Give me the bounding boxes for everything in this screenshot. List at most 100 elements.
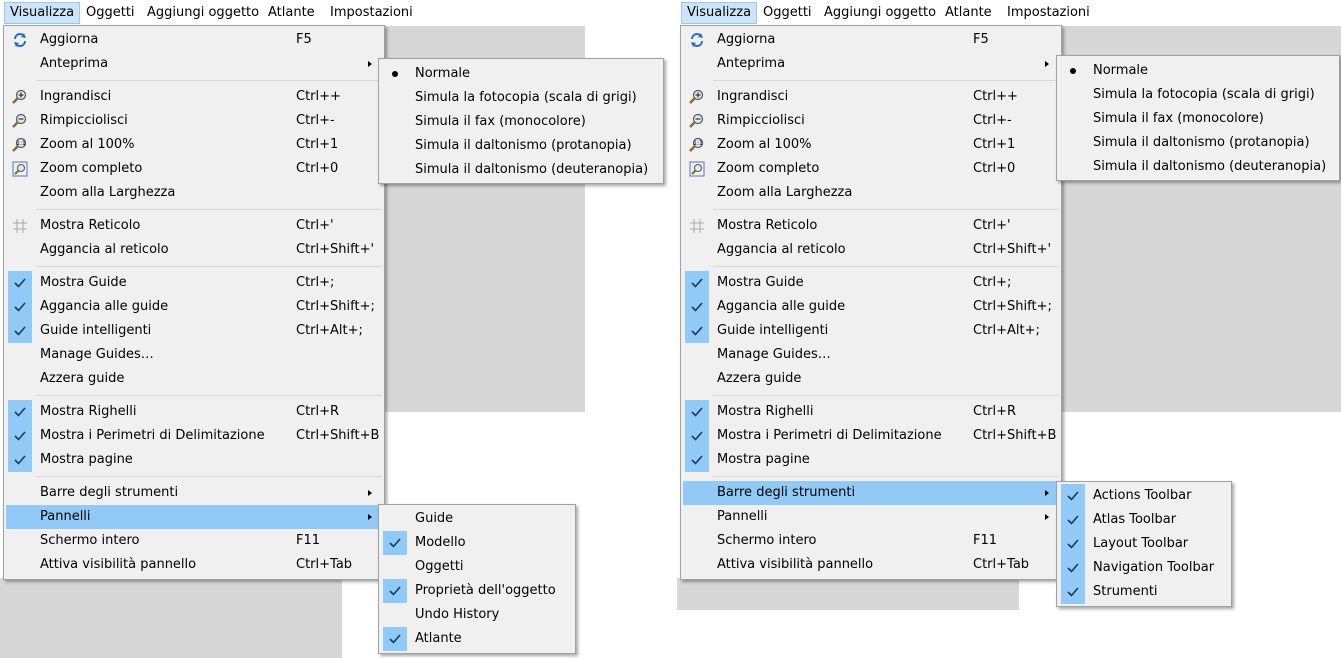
menu-item-mostra-righelli[interactable]: Mostra Righelli Ctrl+R (683, 400, 1059, 424)
menu-oggetti[interactable]: Oggetti (81, 2, 140, 24)
menu-item-manage-guides[interactable]: Manage Guides… (6, 343, 382, 367)
panel-item-modello[interactable]: Modello (381, 531, 573, 555)
menu-item-aggiorna[interactable]: Aggiorna F5 (6, 28, 382, 52)
separator (36, 476, 382, 477)
toolbar-item-actions[interactable]: Actions Toolbar (1059, 484, 1229, 508)
preview-submenu: Normale Simula la fotocopia (scala di gr… (1056, 55, 1340, 181)
menu-item-label: Simula il fax (monocolore) (415, 114, 586, 129)
menu-item-label: Aggancia al reticolo (717, 242, 846, 257)
menu-item-mostra-guide[interactable]: Mostra Guide Ctrl+; (683, 271, 1059, 295)
menu-visualizza[interactable]: Visualizza (4, 2, 81, 24)
menu-item-mostra-righelli[interactable]: Mostra Righelli Ctrl+R (6, 400, 382, 424)
menu-item-guide-intelligenti[interactable]: Guide intelligenti Ctrl+Alt+; (6, 319, 382, 343)
menu-item-manage-guides[interactable]: Manage Guides… (683, 343, 1059, 367)
menu-item-barre-strumenti[interactable]: Barre degli strumenti (6, 481, 382, 505)
menu-item-guide-intelligenti[interactable]: Guide intelligenti Ctrl+Alt+; (683, 319, 1059, 343)
toolbar-item-navigation[interactable]: Navigation Toolbar (1059, 556, 1229, 580)
toolbar-item-layout[interactable]: Layout Toolbar (1059, 532, 1229, 556)
separator (36, 266, 382, 267)
preview-item-protanopia[interactable]: Simula il daltonismo (protanopia) (1059, 131, 1337, 155)
menu-oggetti[interactable]: Oggetti (758, 2, 817, 24)
panel-item-oggetti[interactable]: Oggetti (381, 555, 573, 579)
menu-impostazioni[interactable]: Impostazioni (325, 2, 418, 24)
menu-item-rimpicciolisci[interactable]: Rimpicciolisci Ctrl+- (6, 109, 382, 133)
menu-item-zoom-completo[interactable]: Zoom completo Ctrl+0 (6, 157, 382, 181)
menu-item-label: Oggetti (415, 559, 464, 574)
preview-item-deuteranopia[interactable]: Simula il daltonismo (deuteranopia) (1059, 155, 1337, 179)
menu-item-zoom-100[interactable]: 1:1 Zoom al 100% Ctrl+1 (683, 133, 1059, 157)
preview-item-fax[interactable]: Simula il fax (monocolore) (381, 110, 661, 134)
menu-atlante[interactable]: Atlante (263, 2, 320, 24)
menu-item-mostra-guide[interactable]: Mostra Guide Ctrl+; (6, 271, 382, 295)
menu-item-attiva-visibilita[interactable]: Attiva visibilità pannello Ctrl+Tab (6, 553, 382, 577)
preview-item-fotocopia[interactable]: Simula la fotocopia (scala di grigi) (1059, 83, 1337, 107)
zoom-actual-size-icon: 1:1 (685, 133, 709, 157)
preview-item-normale[interactable]: Normale (381, 62, 661, 86)
separator (713, 395, 1059, 396)
preview-item-protanopia[interactable]: Simula il daltonismo (protanopia) (381, 134, 661, 158)
menu-item-aggiorna[interactable]: Aggiorna F5 (683, 28, 1059, 52)
submenu-arrow-icon (1045, 514, 1049, 520)
preview-item-normale[interactable]: Normale (1059, 59, 1337, 83)
menu-item-azzera-guide[interactable]: Azzera guide (6, 367, 382, 391)
preview-item-deuteranopia[interactable]: Simula il daltonismo (deuteranopia) (381, 158, 661, 182)
menu-item-aggancia-guide[interactable]: Aggancia alle guide Ctrl+Shift+; (6, 295, 382, 319)
menu-item-schermo-intero[interactable]: Schermo intero F11 (6, 529, 382, 553)
menu-visualizza[interactable]: Visualizza (681, 2, 758, 24)
grid-icon (8, 214, 32, 238)
view-menu: Aggiorna F5 Anteprima Ingrandisci Ctrl++… (680, 25, 1062, 580)
menu-item-anteprima[interactable]: Anteprima (6, 52, 382, 76)
checkmark-icon (383, 627, 407, 651)
menu-item-ingrandisci[interactable]: Ingrandisci Ctrl++ (683, 85, 1059, 109)
zoom-in-icon (685, 85, 709, 109)
menu-item-anteprima[interactable]: Anteprima (683, 52, 1059, 76)
panel-item-atlante[interactable]: Atlante (381, 627, 573, 651)
menu-item-mostra-perimetri[interactable]: Mostra i Perimetri di Delimitazione Ctrl… (683, 424, 1059, 448)
menu-item-attiva-visibilita[interactable]: Attiva visibilità pannello Ctrl+Tab (683, 553, 1059, 577)
menu-item-zoom-larghezza[interactable]: Zoom alla Larghezza (6, 181, 382, 205)
menu-item-zoom-100[interactable]: 1:1 Zoom al 100% Ctrl+1 (6, 133, 382, 157)
preview-item-fotocopia[interactable]: Simula la fotocopia (scala di grigi) (381, 86, 661, 110)
menu-item-label: Pannelli (40, 509, 91, 524)
toolbar-item-atlas[interactable]: Atlas Toolbar (1059, 508, 1229, 532)
checkmark-icon (685, 295, 709, 319)
menu-aggiungi-oggetto[interactable]: Aggiungi oggetto (819, 2, 941, 24)
left-screenshot: Visualizza Oggetti Aggiungi oggetto Atla… (0, 0, 670, 658)
menu-item-mostra-pagine[interactable]: Mostra pagine (6, 448, 382, 472)
menu-item-schermo-intero[interactable]: Schermo intero F11 (683, 529, 1059, 553)
menu-item-mostra-reticolo[interactable]: Mostra Reticolo Ctrl+' (6, 214, 382, 238)
menu-item-mostra-perimetri[interactable]: Mostra i Perimetri di Delimitazione Ctrl… (6, 424, 382, 448)
menu-item-shortcut: F5 (973, 32, 989, 47)
preview-item-fax[interactable]: Simula il fax (monocolore) (1059, 107, 1337, 131)
menu-item-zoom-larghezza[interactable]: Zoom alla Larghezza (683, 181, 1059, 205)
menu-item-azzera-guide[interactable]: Azzera guide (683, 367, 1059, 391)
menu-item-shortcut: Ctrl+Alt+; (973, 323, 1040, 338)
menu-item-pannelli[interactable]: Pannelli (683, 505, 1059, 529)
menu-item-shortcut: Ctrl+Shift+B (296, 428, 380, 443)
menu-item-mostra-reticolo[interactable]: Mostra Reticolo Ctrl+' (683, 214, 1059, 238)
menu-item-mostra-pagine[interactable]: Mostra pagine (683, 448, 1059, 472)
menu-atlante[interactable]: Atlante (940, 2, 997, 24)
menu-item-label: Barre degli strumenti (717, 485, 856, 500)
menu-item-aggancia-reticolo[interactable]: Aggancia al reticolo Ctrl+Shift+' (683, 238, 1059, 262)
menu-item-shortcut: Ctrl+1 (973, 137, 1016, 152)
menu-item-shortcut: Ctrl+' (973, 218, 1011, 233)
menu-item-pannelli[interactable]: Pannelli (6, 505, 382, 529)
menu-item-label: Atlante (415, 631, 462, 646)
menu-item-ingrandisci[interactable]: Ingrandisci Ctrl++ (6, 85, 382, 109)
menu-item-label: Ingrandisci (717, 89, 789, 104)
menu-item-barre-strumenti[interactable]: Barre degli strumenti (683, 481, 1059, 505)
menu-item-rimpicciolisci[interactable]: Rimpicciolisci Ctrl+- (683, 109, 1059, 133)
menu-item-aggancia-guide[interactable]: Aggancia alle guide Ctrl+Shift+; (683, 295, 1059, 319)
menu-item-aggancia-reticolo[interactable]: Aggancia al reticolo Ctrl+Shift+' (6, 238, 382, 262)
menu-impostazioni[interactable]: Impostazioni (1002, 2, 1095, 24)
menu-item-label: Zoom al 100% (40, 137, 135, 152)
separator (36, 395, 382, 396)
menu-aggiungi-oggetto[interactable]: Aggiungi oggetto (142, 2, 264, 24)
panel-item-guide[interactable]: Guide (381, 507, 573, 531)
menu-item-label: Zoom completo (40, 161, 143, 176)
panel-item-undo-history[interactable]: Undo History (381, 603, 573, 627)
menu-item-zoom-completo[interactable]: Zoom completo Ctrl+0 (683, 157, 1059, 181)
toolbar-item-strumenti[interactable]: Strumenti (1059, 580, 1229, 604)
panel-item-proprieta[interactable]: Proprietà dell'oggetto (381, 579, 573, 603)
